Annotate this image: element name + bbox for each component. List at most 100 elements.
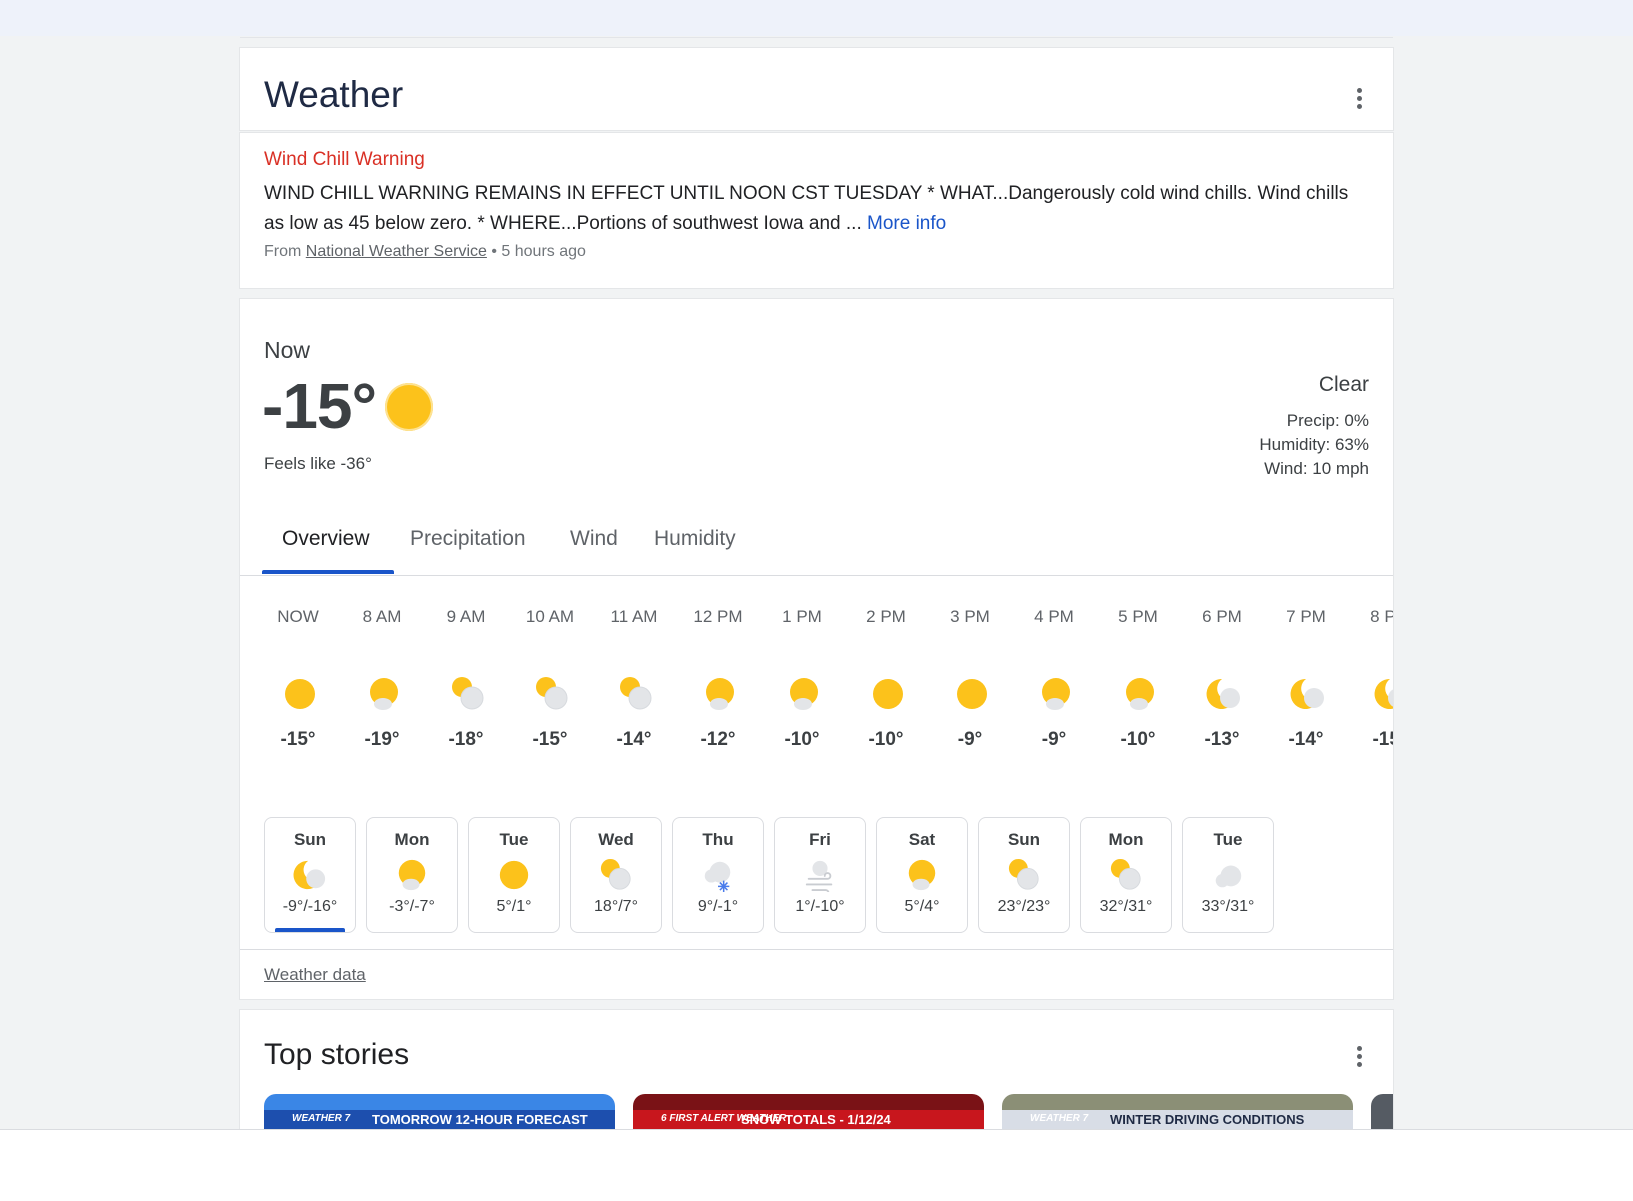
moon-cloud-icon: [1206, 676, 1242, 712]
moon-cloud-icon: [1374, 676, 1393, 712]
tab-precipitation[interactable]: Precipitation: [410, 527, 526, 551]
moon-cloud-icon: [1290, 676, 1326, 712]
story-card[interactable]: WEATHER 7 TOMORROW 12-HOUR FORECAST: [264, 1094, 615, 1130]
day-name: Mon: [394, 830, 430, 849]
precip-stat: Precip: 0%: [1286, 411, 1369, 430]
day-card[interactable]: Mon -3°/-7°: [366, 817, 458, 933]
sun-icon: [870, 676, 906, 712]
alert-card: Wind Chill Warning WIND CHILL WARNING RE…: [240, 133, 1393, 288]
day-name: Wed: [598, 830, 634, 849]
hour-label: 6 PM: [1202, 607, 1242, 626]
hour-temp: -14°: [616, 729, 652, 750]
hour-label: 2 PM: [866, 607, 906, 626]
sun-cloud-icon: [786, 676, 822, 712]
day-card[interactable]: Sun 23°/23°: [978, 817, 1070, 933]
story-card[interactable]: [1371, 1094, 1393, 1130]
now-label: Now: [264, 337, 311, 363]
sun-cloud-icon: [905, 858, 939, 892]
day-card[interactable]: Wed 18°/7°: [570, 817, 662, 933]
alert-title: Wind Chill Warning: [264, 149, 425, 170]
sun-cloud-icon: [1038, 676, 1074, 712]
day-temps: 1°/-10°: [795, 898, 845, 915]
hour-label: 8 PM: [1370, 607, 1393, 626]
partly-cloudy-icon: [1007, 858, 1041, 892]
more-info-link[interactable]: More info: [867, 213, 946, 234]
day-card[interactable]: Fri 1°/-10°: [774, 817, 866, 933]
day-card[interactable]: Sat 5°/4°: [876, 817, 968, 933]
day-card[interactable]: Sun -9°/-16°: [264, 817, 356, 933]
hour-temp: -18°: [448, 729, 484, 750]
hour-label: 3 PM: [950, 607, 990, 626]
hour-temp: -9°: [1041, 729, 1067, 750]
hour-label: 12 PM: [693, 607, 743, 626]
top-stories-card: Top stories WEATHER 7 TOMORROW 12-HOUR FO…: [240, 1010, 1393, 1130]
day-temps: 18°/7°: [594, 898, 638, 915]
day-temps: 23°/23°: [997, 898, 1051, 915]
day-name: Thu: [702, 830, 734, 849]
hour-label: 8 AM: [362, 607, 402, 626]
day-card[interactable]: Thu 9°/-1°: [672, 817, 764, 933]
more-options-icon[interactable]: [1349, 1046, 1369, 1074]
partly-cloudy-icon: [1109, 858, 1143, 892]
hour-label: 7 PM: [1286, 607, 1326, 626]
tab-humidity[interactable]: Humidity: [654, 527, 736, 551]
alert-body: WIND CHILL WARNING REMAINS IN EFFECT UNT…: [264, 179, 1354, 239]
sun-icon: [497, 858, 531, 892]
day-card[interactable]: Mon 32°/31°: [1080, 817, 1172, 933]
hour-temp: -15°: [1372, 729, 1393, 750]
current-stats: Precip: 0% Humidity: 63% Wind: 10 mph: [1259, 409, 1369, 481]
weather-data-link[interactable]: Weather data: [264, 965, 366, 985]
hourly-forecast: NOW -15° 8 AM -19° 9 AM -18° 10 AM -15° 11 AM -14…: [240, 579, 1393, 769]
day-card[interactable]: Tue 5°/1°: [468, 817, 560, 933]
moon-cloud-icon: [293, 858, 327, 892]
hour-label: 4 PM: [1034, 607, 1074, 626]
tab-overview[interactable]: Overview: [282, 527, 370, 551]
weather-main-card: Now -15° Feels like -36° Clear Precip: 0…: [240, 299, 1393, 999]
day-name: Tue: [1213, 830, 1243, 849]
alert-text: WIND CHILL WARNING REMAINS IN EFFECT UNT…: [264, 183, 1349, 234]
sun-cloud-icon: [702, 676, 738, 712]
day-temps: 5°/1°: [496, 898, 532, 915]
current-temp: -15°: [262, 370, 377, 442]
more-options-icon[interactable]: [1349, 88, 1369, 116]
nws-link[interactable]: National Weather Service: [306, 243, 487, 260]
sun-cloud-icon: [366, 676, 402, 712]
top-bar: [0, 0, 1633, 36]
sun-icon: [385, 383, 433, 431]
alert-time: • 5 hours ago: [491, 243, 586, 260]
partly-cloudy-icon: [450, 676, 486, 712]
cloudy-icon: [1211, 858, 1245, 892]
story-headline: WINTER DRIVING CONDITIONS: [1110, 1112, 1305, 1127]
day-name: Mon: [1108, 830, 1144, 849]
day-name: Tue: [499, 830, 529, 849]
bottom-bar: [0, 1129, 1633, 1201]
hour-temp: -14°: [1288, 729, 1324, 750]
story-card[interactable]: WEATHER 7 WINTER DRIVING CONDITIONS: [1002, 1094, 1353, 1130]
hour-temp: -9°: [957, 729, 983, 750]
partly-cloudy-icon: [534, 676, 570, 712]
hour-temp: -13°: [1204, 729, 1240, 750]
hour-temp: -15°: [532, 729, 568, 750]
sun-cloud-icon: [1122, 676, 1158, 712]
condition: Clear: [1318, 373, 1369, 396]
day-temps: 5°/4°: [904, 898, 940, 915]
partly-cloudy-icon: [618, 676, 654, 712]
story-card[interactable]: 6 FIRST ALERT WEATHER SNOW TOTALS - 1/12/…: [633, 1094, 984, 1130]
day-temps: 32°/31°: [1099, 898, 1153, 915]
weather-header-card: Weather: [240, 48, 1393, 130]
day-temps: 9°/-1°: [697, 898, 739, 915]
alert-source: From National Weather Service • 5 hours …: [264, 243, 586, 261]
hour-temp: -15°: [280, 729, 316, 750]
snow-icon: [701, 858, 735, 892]
tab-wind[interactable]: Wind: [570, 527, 618, 551]
story-logo: WEATHER 7: [292, 1113, 351, 1124]
hour-temp: -10°: [1120, 729, 1156, 750]
hour-label: 11 AM: [610, 607, 658, 626]
divider: [240, 37, 1393, 38]
wind-stat: Wind: 10 mph: [1264, 459, 1369, 478]
day-card[interactable]: Tue 33°/31°: [1182, 817, 1274, 933]
hour-temp: -10°: [784, 729, 820, 750]
humidity-stat: Humidity: 63%: [1259, 435, 1369, 454]
divider: [240, 949, 1393, 950]
hour-label: 10 AM: [525, 607, 575, 626]
